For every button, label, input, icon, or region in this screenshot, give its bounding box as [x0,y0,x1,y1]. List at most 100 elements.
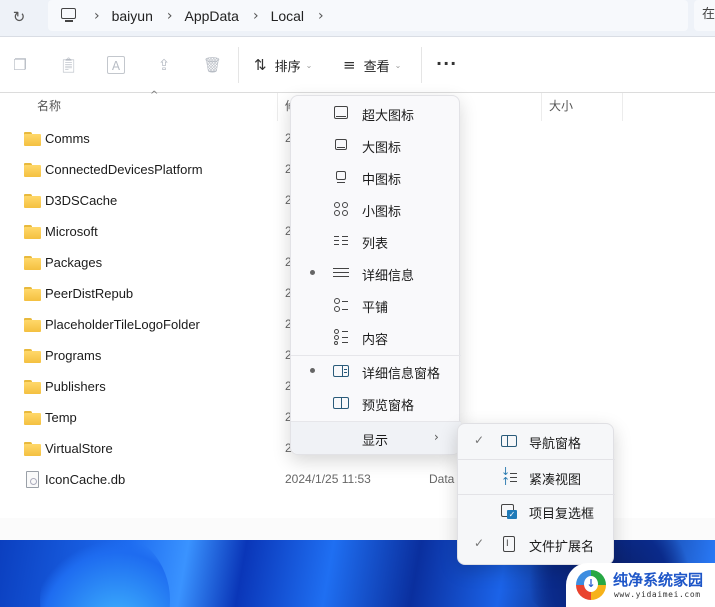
show-submenu: ✓ 导航窗格 ↓ ↑ 紧凑视图 ✓ 项目复选框 ✓ I 文件扩展名 [457,423,615,565]
menu-item-large-icons[interactable]: 大图标 [291,129,461,161]
submenu-item-label: 项目复选框 [529,507,595,522]
view-label: 查看 [363,59,390,75]
small-icons-icon [333,201,349,217]
folder-icon [24,163,41,177]
menu-item-label: 详细信息窗格 [362,367,441,382]
submenu-item-item-checkboxes[interactable]: ✓ 项目复选框 [458,494,615,528]
chevron-right-icon[interactable]: › [318,8,324,24]
delete-icon[interactable]: 🗑︎ [203,56,222,74]
chevron-right-icon[interactable]: › [94,8,100,24]
folder-icon [24,194,41,208]
menu-item-content[interactable]: 内容 [291,321,461,353]
breadcrumb-appdata[interactable]: AppData [184,8,238,24]
file-icon [26,471,39,488]
menu-item-label: 中图标 [362,173,402,188]
menu-item-preview-pane[interactable]: 预览窗格 [291,387,461,419]
item-checkbox-icon: ✓ [501,503,517,519]
chevron-down-icon: ⌄ [305,60,313,70]
menu-item-details[interactable]: 详细信息 [291,257,461,289]
breadcrumb-baiyun[interactable]: baiyun [112,8,153,24]
selected-bullet-icon [310,368,315,373]
menu-item-label: 列表 [362,237,389,252]
menu-item-label: 详细信息 [362,269,415,284]
file-extension-icon: I [501,536,517,552]
rename-icon[interactable]: A [107,56,125,74]
chevron-right-icon: › [434,430,439,444]
menu-item-label: 内容 [362,333,389,348]
share-icon[interactable]: ⇪ [155,56,173,74]
column-divider[interactable] [541,93,542,121]
sort-ascending-icon: ^ [150,90,159,101]
sort-label: 排序 [274,59,301,75]
chevron-down-icon: ⌄ [394,60,402,70]
folder-icon [24,411,41,425]
chevron-right-icon[interactable]: › [253,8,259,24]
menu-item-label: 小图标 [362,205,402,220]
view-button[interactable]: ≡ 查看 ⌄ [343,53,401,77]
checkmark-icon: ✓ [474,433,485,447]
folder-icon [24,349,41,363]
menu-item-list[interactable]: 列表 [291,225,461,257]
search-input[interactable]: 在 [694,0,715,31]
sort-icon: ⇅ [254,56,267,74]
menu-item-details-pane[interactable]: 详细信息窗格 [291,355,461,387]
column-name[interactable]: 名称 [37,93,61,121]
more-options-button[interactable]: ··· [436,54,457,73]
folder-icon [24,256,41,270]
this-pc-icon[interactable] [60,7,78,24]
menu-item-label: 大图标 [362,141,402,156]
file-name: Microsoft [45,224,98,239]
checkmark-icon: ✓ [474,536,485,550]
menu-item-small-icons[interactable]: 小图标 [291,193,461,225]
site-watermark: 纯净系统家园 www.yidaimei.com [566,563,715,607]
details-icon [333,265,349,281]
menu-item-medium-icons[interactable]: 中图标 [291,161,461,193]
file-name: Packages [45,255,103,270]
column-size[interactable]: 大小 [549,93,573,121]
file-name: Temp [45,410,77,425]
folder-icon [24,442,41,456]
large-icons-icon [333,137,349,153]
file-name: PlaceholderTileLogoFolder [45,317,200,332]
details-pane-icon [333,363,349,379]
extra-large-icons-icon [333,105,349,121]
medium-icons-icon [333,169,349,185]
file-name: Comms [45,131,90,146]
menu-item-extra-large-icons[interactable]: 超大图标 [291,97,461,129]
selected-bullet-icon [310,270,315,275]
menu-item-label: 超大图标 [362,109,415,124]
refresh-icon[interactable]: ↻ [8,6,30,28]
folder-icon [24,132,41,146]
file-name: Programs [45,348,102,363]
command-bar: ❐ 📋︎ A ⇪ 🗑︎ ⇅ 排序 ⌄ ≡ 查看 ⌄ ··· [0,37,715,93]
submenu-item-compact-view[interactable]: ↓ ↑ 紧凑视图 [458,460,615,494]
toolbar-divider [238,47,239,83]
folder-icon [24,287,41,301]
paste-icon[interactable]: 📋︎ [59,56,78,74]
file-type: Data [429,472,455,486]
content-icon [333,329,349,345]
menu-item-label: 预览窗格 [362,399,415,414]
menu-item-tiles[interactable]: 平铺 [291,289,461,321]
submenu-item-navigation-pane[interactable]: ✓ 导航窗格 [458,424,615,458]
file-name: ConnectedDevicesPlatform [45,162,203,177]
view-menu: 超大图标 大图标 中图标 小图标 列表 详细信息 平铺 内容 详细信息窗格 预览… [290,95,461,455]
file-name: VirtualStore [45,441,113,456]
folder-icon [24,380,41,394]
tiles-icon [333,297,349,313]
sort-button[interactable]: ⇅ 排序 ⌄ [254,53,312,77]
submenu-item-label: 文件扩展名 [529,540,595,555]
menu-item-show[interactable]: 显示 › [291,422,461,454]
submenu-item-file-extensions[interactable]: ✓ I 文件扩展名 [458,527,615,561]
address-bar[interactable]: › baiyun › AppData › Local › [48,0,688,31]
breadcrumb-local[interactable]: Local [271,8,304,24]
watermark-url: www.yidaimei.com [614,590,701,599]
menu-item-label: 显示 [362,434,389,449]
column-divider[interactable] [622,93,623,121]
watermark-logo-icon [576,570,606,600]
watermark-title: 纯净系统家园 [613,571,704,589]
copy-icon[interactable]: ❐ [11,56,29,74]
file-name: IconCache.db [45,472,126,487]
column-divider[interactable] [277,93,278,121]
chevron-right-icon[interactable]: › [167,8,173,24]
